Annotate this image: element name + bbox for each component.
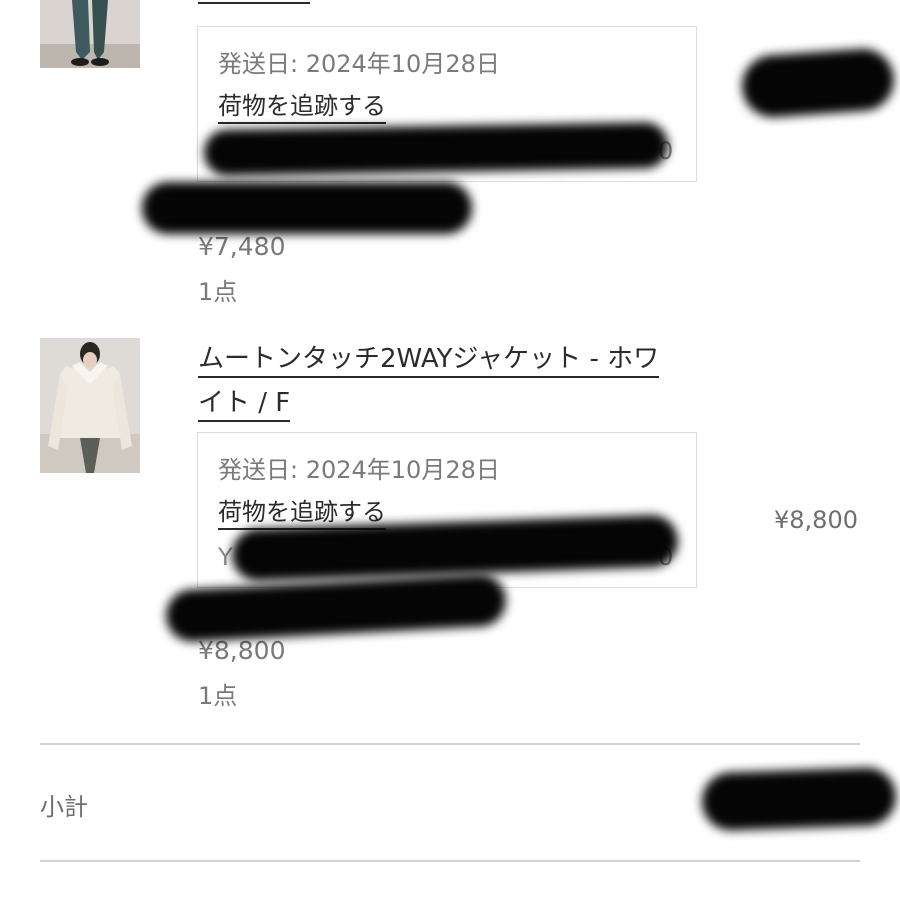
item-price: ¥7,480	[198, 232, 286, 261]
track-package-link[interactable]: 荷物を追跡する	[218, 90, 386, 124]
product-title-link-2[interactable]: ムートンタッチ2WAYジャケット - ホワ イト / F	[198, 340, 758, 422]
product-title-line: イト / F	[198, 388, 291, 422]
line-total-price: ¥8,800	[774, 506, 858, 534]
product-photo-pants-icon	[40, 0, 140, 68]
subtotal-label: 小計	[40, 793, 88, 821]
item-quantity: 1点	[198, 682, 238, 710]
ship-date: 発送日: 2024年10月28日	[218, 50, 500, 78]
divider	[40, 743, 860, 745]
ship-date: 発送日: 2024年10月28日	[218, 456, 500, 484]
divider	[40, 860, 860, 862]
redaction-mark	[701, 766, 897, 832]
redaction-mark	[142, 182, 472, 234]
product-photo-jacket-icon	[40, 338, 140, 473]
product-title-link-1[interactable]	[198, 2, 310, 4]
tracking-number-head: Y	[218, 543, 233, 571]
product-title-line: ムートンタッチ2WAYジャケット - ホワ	[198, 344, 660, 378]
redaction-mark	[740, 46, 896, 120]
product-thumbnail-2[interactable]	[40, 338, 140, 473]
redaction-mark	[203, 121, 669, 177]
item-quantity: 1点	[198, 278, 238, 306]
product-thumbnail-1[interactable]	[40, 0, 140, 68]
